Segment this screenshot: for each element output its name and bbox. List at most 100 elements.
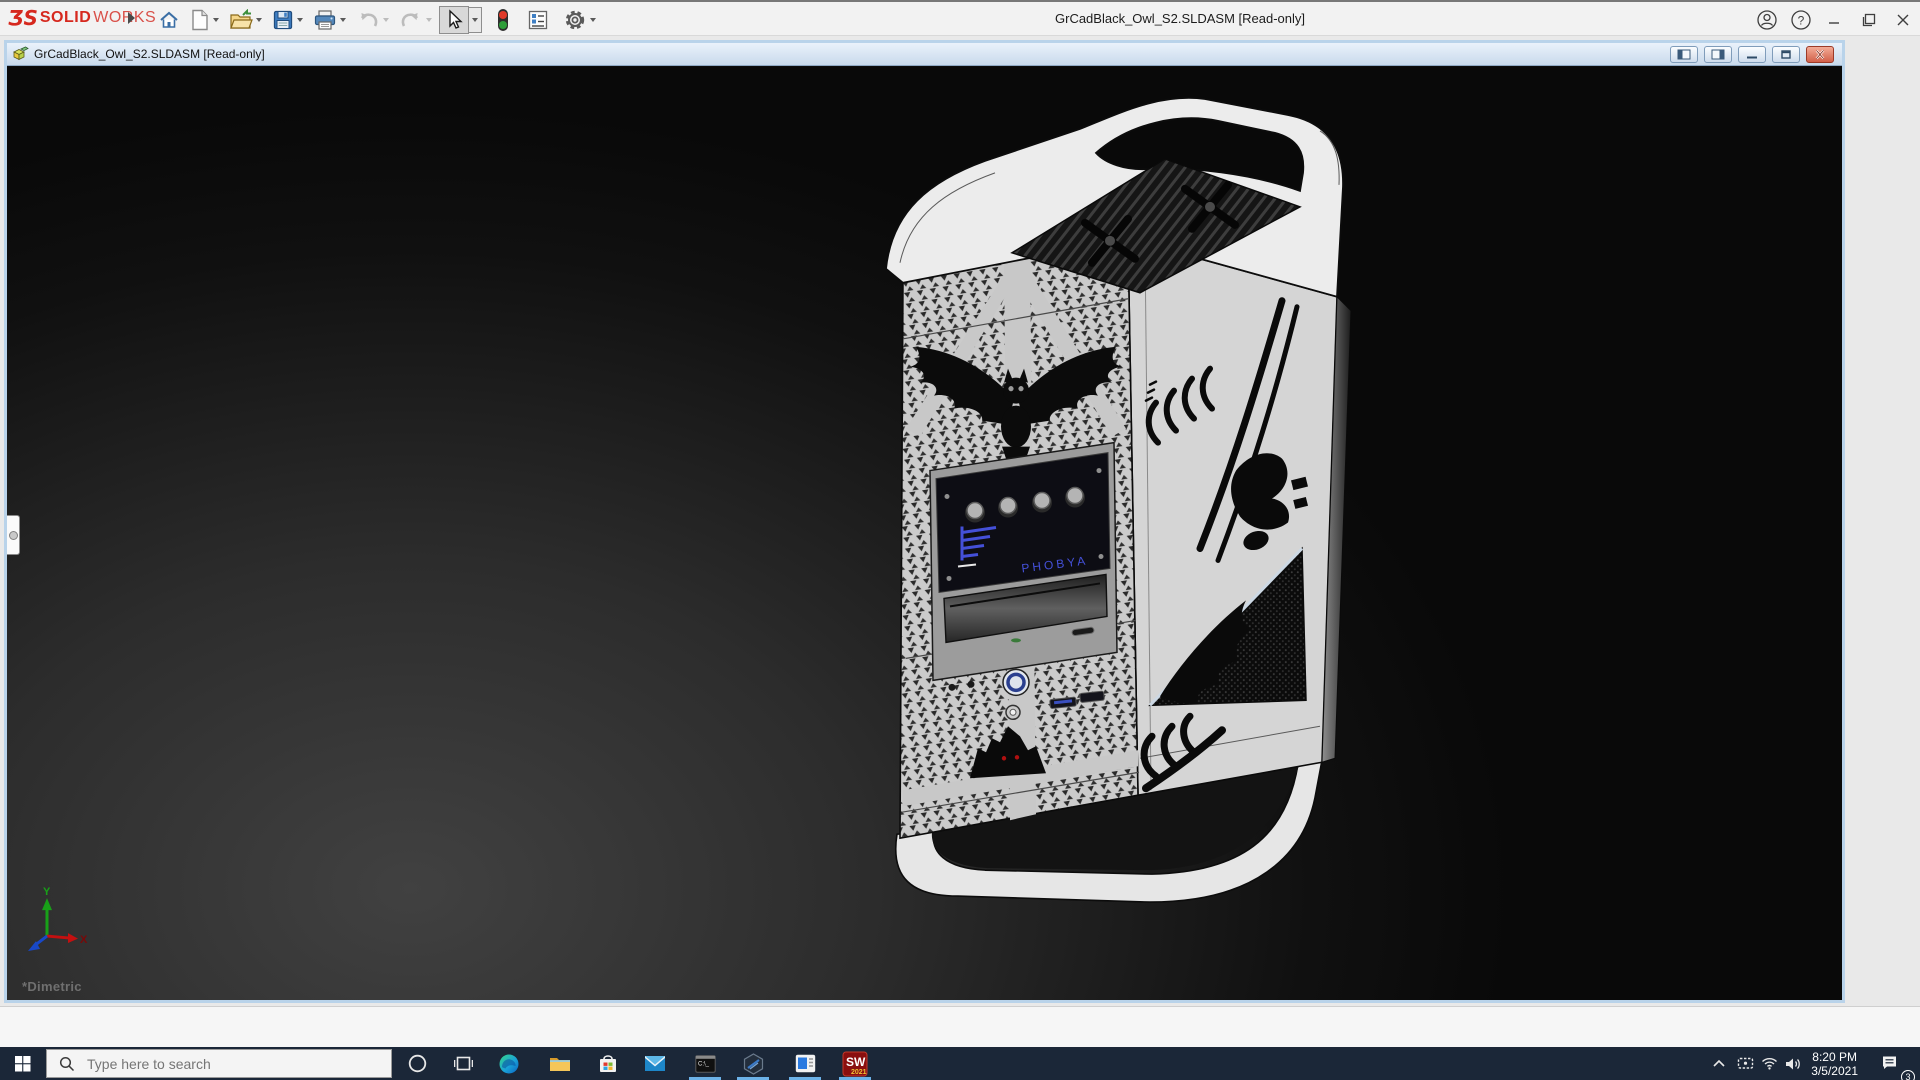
search-icon: [59, 1056, 75, 1071]
taskbar-item-cortana[interactable]: [400, 1047, 434, 1080]
toolbar-expander-arrow[interactable]: [128, 12, 135, 24]
document-window: GrCadBlack_Owl_S2.SLDASM [Read-only] PHO…: [4, 40, 1845, 1003]
minimize-icon: [1829, 22, 1839, 24]
restore-icon: [1862, 13, 1876, 27]
hexagon-app-icon: [743, 1052, 763, 1075]
document-title: GrCadBlack_Owl_S2.SLDASM [Read-only]: [34, 47, 265, 61]
taskbar-clock[interactable]: 8:20 PM 3/5/2021: [1811, 1047, 1858, 1080]
taskbar-item-edge[interactable]: [492, 1047, 526, 1080]
open-folder-icon: [230, 9, 253, 29]
cad-model[interactable]: PHOBYA: [885, 97, 1352, 903]
solidworks-2021-icon: SW 2021: [842, 1051, 868, 1076]
taskbar-item-solidworks[interactable]: SW 2021: [836, 1047, 874, 1080]
save-icon: [273, 10, 293, 30]
taskbar-item-command-prompt[interactable]: C:\_: [688, 1047, 722, 1080]
undo-icon: [360, 13, 378, 27]
app-title: GrCadBlack_Owl_S2.SLDASM [Read-only]: [1055, 11, 1305, 26]
save-caret[interactable]: [297, 18, 303, 22]
doc-minimize-icon: [1747, 56, 1757, 59]
action-center-icon: [1883, 1056, 1896, 1069]
print-icon: [314, 10, 336, 30]
account-button[interactable]: [1750, 3, 1784, 37]
taskbar-item-hexagon-app[interactable]: [736, 1047, 770, 1080]
notification-badge: 3: [1901, 1070, 1915, 1080]
chevron-up-icon: [1713, 1059, 1725, 1067]
tray-wifi-button[interactable]: [1756, 1047, 1782, 1080]
print-button[interactable]: [310, 7, 349, 33]
tray-display-button[interactable]: [1732, 1047, 1758, 1080]
tray-volume-button[interactable]: [1780, 1047, 1806, 1080]
clock-date: 3/5/2021: [1811, 1063, 1858, 1078]
pane-left-button[interactable]: [1670, 46, 1698, 63]
featuremanager-flyout-tab[interactable]: [7, 515, 20, 555]
action-center-button[interactable]: 3: [1872, 1047, 1915, 1080]
redo-button[interactable]: [396, 8, 435, 32]
account-icon: [1757, 10, 1777, 30]
cad-scene: PHOBYA Y X: [28, 97, 1352, 952]
new-document-caret[interactable]: [213, 18, 219, 22]
display-settings-button[interactable]: [524, 7, 552, 33]
pane-right-button[interactable]: [1704, 46, 1732, 63]
view-orientation-label: *Dimetric: [22, 979, 82, 994]
orientation-triad: Y X: [28, 886, 88, 952]
start-button[interactable]: [6, 1047, 40, 1080]
edge-icon: [499, 1054, 519, 1073]
taskbar-item-file-explorer[interactable]: [543, 1047, 577, 1080]
sw-year: 2021: [851, 1069, 867, 1076]
display-settings-icon: [528, 10, 548, 30]
doc-minimize-button[interactable]: [1738, 46, 1766, 63]
screen: ƷS SOLID WORKS GrCadBlack_Owl_S2.SLDASM …: [0, 0, 1920, 1080]
volume-icon: [1785, 1058, 1800, 1069]
search-input[interactable]: [85, 1054, 365, 1073]
minimize-button[interactable]: [1818, 3, 1852, 37]
undo-caret[interactable]: [383, 18, 389, 22]
options-button[interactable]: [560, 6, 599, 34]
open-button[interactable]: [226, 7, 265, 33]
close-icon: [1897, 14, 1909, 26]
quick-access-toolbar: [155, 4, 603, 36]
pane-left-icon: [1677, 49, 1691, 60]
select-tool-button[interactable]: [439, 6, 469, 34]
doc-close-button[interactable]: [1806, 46, 1834, 63]
taskbar-item-media-app[interactable]: [788, 1047, 822, 1080]
save-button[interactable]: [269, 7, 306, 33]
undo-button[interactable]: [353, 8, 392, 32]
doc-restore-button[interactable]: [1772, 46, 1800, 63]
taskbar-item-store[interactable]: [591, 1047, 625, 1080]
new-document-icon: [192, 9, 208, 31]
brand-solid: SOLID: [39, 9, 92, 26]
file-explorer-icon: [550, 1057, 570, 1071]
graphics-viewport[interactable]: PHOBYA Y X *Dimetric: [7, 67, 1842, 1000]
app-titlebar: ƷS SOLID WORKS GrCadBlack_Owl_S2.SLDASM …: [0, 0, 1920, 36]
new-document-button[interactable]: [187, 7, 222, 33]
select-tool-caret[interactable]: [469, 7, 482, 33]
print-caret[interactable]: [340, 18, 346, 22]
assembly-icon: [13, 46, 29, 61]
svg-text:C:\_: C:\_: [698, 1061, 710, 1067]
media-app-icon: [795, 1054, 815, 1073]
status-bar: [0, 1006, 1920, 1047]
document-window-buttons: [1670, 46, 1834, 63]
doc-restore-icon: [1781, 50, 1791, 59]
clock-time: 8:20 PM: [1812, 1049, 1857, 1064]
select-caret-icon: [472, 18, 478, 22]
command-prompt-icon: C:\_: [694, 1054, 716, 1073]
restore-button[interactable]: [1852, 3, 1886, 37]
pane-right-icon: [1711, 49, 1725, 60]
close-button[interactable]: [1886, 3, 1920, 37]
rebuild-stoplight-icon: [498, 9, 508, 31]
taskbar-search[interactable]: [46, 1049, 392, 1078]
tray-chevron-button[interactable]: [1706, 1047, 1732, 1080]
taskbar-item-mail[interactable]: [638, 1047, 672, 1080]
gear-icon: [565, 10, 585, 30]
open-caret[interactable]: [256, 18, 262, 22]
doc-close-icon: [1815, 49, 1825, 60]
help-button[interactable]: ?: [1784, 3, 1818, 37]
options-caret[interactable]: [590, 18, 596, 22]
rebuild-button[interactable]: [492, 6, 514, 34]
home-button[interactable]: [155, 7, 183, 33]
solidworks-logo-mark: ƷS: [8, 6, 38, 30]
windows-logo-icon: [15, 1055, 31, 1071]
redo-caret[interactable]: [426, 18, 432, 22]
taskbar-item-task-view[interactable]: [446, 1047, 480, 1080]
